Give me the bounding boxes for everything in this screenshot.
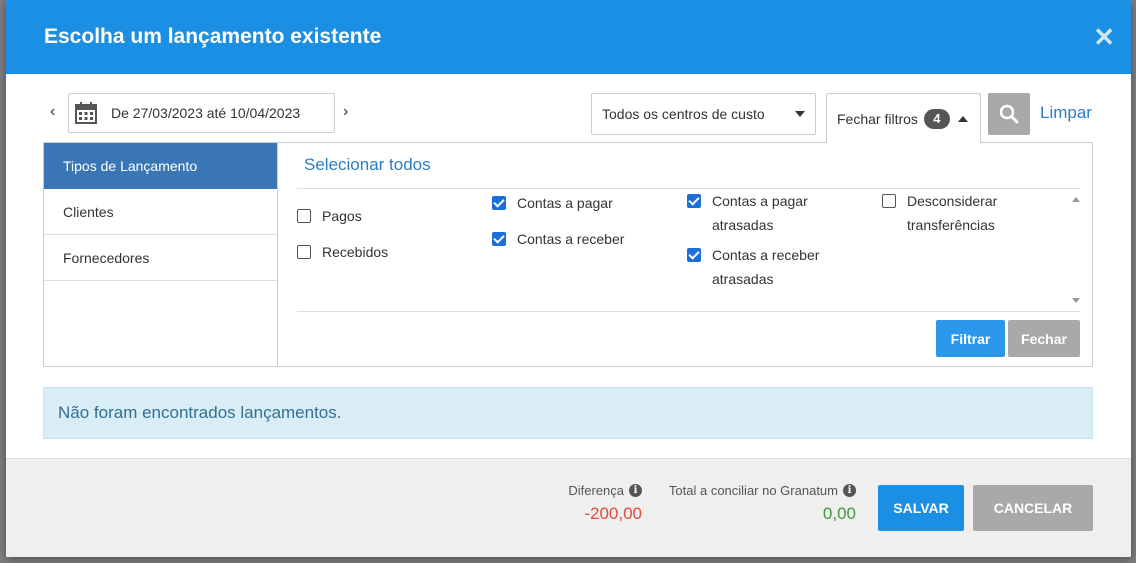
option-contas-a-receber[interactable]: Contas a receber (492, 227, 624, 251)
toggle-filters-label: Fechar filtros (837, 110, 918, 127)
option-recebidos[interactable]: Recebidos (297, 240, 388, 264)
save-button[interactable]: SALVAR (878, 485, 964, 531)
toggle-filters-button[interactable]: Fechar filtros 4 (826, 93, 981, 143)
scroll-up-arrow[interactable] (1072, 197, 1080, 202)
chevron-right-icon[interactable]: › (343, 103, 348, 121)
select-all-link[interactable]: Selecionar todos (304, 155, 431, 175)
close-filter-button[interactable]: Fechar (1008, 320, 1080, 357)
option-label: Contas a pagar atrasadas (712, 193, 808, 233)
toolbar: ‹ De 27/03/2023 até 10/04/2023 › Todos o… (6, 93, 1131, 143)
modal-title: Escolha um lançamento existente (44, 25, 382, 48)
option-pagos[interactable]: Pagos (297, 204, 362, 228)
option-label: Contas a pagar (517, 195, 613, 211)
checkbox-pagos[interactable] (297, 209, 311, 223)
checkbox-contas-a-receber-atrasadas[interactable] (687, 248, 701, 262)
cost-center-value: Todos os centros de custo (602, 106, 765, 122)
checkbox-recebidos[interactable] (297, 245, 311, 259)
date-range-text: De 27/03/2023 até 10/04/2023 (111, 105, 301, 121)
modal-footer: Diferença i -200,00 Total a conciliar no… (6, 458, 1131, 557)
checkbox-contas-a-pagar-atrasadas[interactable] (687, 194, 701, 208)
option-label: Contas a receber atrasadas (712, 247, 820, 287)
difference-summary: Diferença i -200,00 (568, 483, 642, 524)
no-results-alert: Não foram encontrados lançamentos. (43, 387, 1093, 439)
date-range-picker[interactable]: De 27/03/2023 até 10/04/2023 (68, 93, 335, 133)
chevron-left-icon[interactable]: ‹ (50, 103, 55, 121)
cost-center-select[interactable]: Todos os centros de custo (591, 93, 816, 135)
search-button[interactable] (988, 93, 1030, 135)
close-icon[interactable]: ✕ (1093, 24, 1115, 50)
filter-panel: Tipos de Lançamento Clientes Fornecedore… (43, 142, 1093, 367)
search-icon (999, 104, 1019, 124)
calendar-icon (75, 102, 97, 124)
option-label: Recebidos (322, 244, 389, 260)
cancel-button[interactable]: CANCELAR (973, 485, 1093, 531)
option-desconsiderar-transferencias[interactable]: Desconsiderar transferências (882, 189, 1032, 237)
total-label-row: Total a conciliar no Granatum i (669, 483, 856, 498)
options-list: Pagos Recebidos Contas a pagar Contas a … (297, 188, 1080, 312)
filters-count-badge: 4 (923, 108, 950, 129)
filter-options: Selecionar todos Pagos Recebidos Contas … (297, 143, 1092, 366)
scroll-down-arrow[interactable] (1072, 298, 1080, 303)
option-label: Pagos (322, 208, 362, 224)
modal-header: Escolha um lançamento existente ✕ (6, 0, 1131, 74)
category-fornecedores[interactable]: Fornecedores (44, 235, 277, 281)
caret-up-icon (957, 115, 968, 122)
difference-value: -200,00 (584, 504, 642, 523)
filter-categories: Tipos de Lançamento Clientes Fornecedore… (44, 143, 278, 366)
checkbox-desconsiderar-transferencias[interactable] (882, 194, 896, 208)
choose-entry-modal: Escolha um lançamento existente ✕ ‹ De 2… (6, 0, 1131, 557)
option-label: Contas a receber (517, 231, 625, 247)
difference-label-row: Diferença i (568, 483, 642, 498)
option-label: Desconsiderar transferências (907, 193, 998, 233)
info-icon[interactable]: i (629, 484, 642, 497)
info-icon[interactable]: i (843, 484, 856, 497)
difference-label: Diferença (568, 483, 624, 498)
caret-down-icon (795, 111, 805, 117)
total-summary: Total a conciliar no Granatum i 0,00 (669, 483, 856, 524)
option-contas-a-receber-atrasadas[interactable]: Contas a receber atrasadas (687, 243, 837, 291)
option-contas-a-pagar-atrasadas[interactable]: Contas a pagar atrasadas (687, 189, 837, 237)
checkbox-contas-a-receber[interactable] (492, 232, 506, 246)
checkbox-contas-a-pagar[interactable] (492, 196, 506, 210)
category-clientes[interactable]: Clientes (44, 189, 277, 235)
clear-link[interactable]: Limpar (1040, 103, 1092, 123)
option-contas-a-pagar[interactable]: Contas a pagar (492, 191, 613, 215)
apply-filter-button[interactable]: Filtrar (936, 320, 1005, 357)
category-tipos-de-lancamento[interactable]: Tipos de Lançamento (44, 143, 277, 189)
total-label: Total a conciliar no Granatum (668, 483, 838, 498)
total-value: 0,00 (822, 504, 856, 523)
